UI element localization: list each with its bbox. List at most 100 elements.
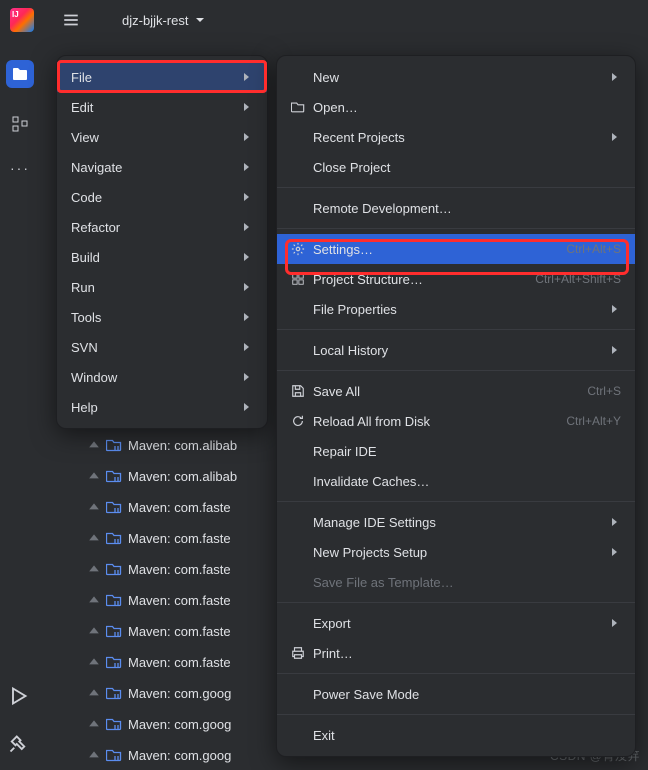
build-button[interactable] <box>8 734 28 754</box>
run-button[interactable] <box>8 686 28 706</box>
structure-icon <box>12 116 28 132</box>
chevron-right-icon <box>241 312 253 322</box>
menu-item-refactor[interactable]: Refactor <box>57 212 267 242</box>
tree-item-label: Maven: com.faste <box>128 655 231 670</box>
tree-item-label: Maven: com.alibab <box>128 438 237 453</box>
menu-item-label: Repair IDE <box>313 444 621 459</box>
menu-item-label: Invalidate Caches… <box>313 474 621 489</box>
menu-item-manage-ide-settings[interactable]: Manage IDE Settings <box>277 507 635 537</box>
menu-item-svn[interactable]: SVN <box>57 332 267 362</box>
tree-item-label: Maven: com.faste <box>128 531 231 546</box>
menu-item-invalidate-caches[interactable]: Invalidate Caches… <box>277 466 635 496</box>
chevron-right-icon <box>609 304 621 314</box>
chevron-right-icon <box>88 718 100 730</box>
menu-item-close-project[interactable]: Close Project <box>277 152 635 182</box>
menu-item-remote-development[interactable]: Remote Development… <box>277 193 635 223</box>
rail-more[interactable]: ··· <box>10 160 30 176</box>
library-icon <box>106 561 122 577</box>
menu-item-label: File <box>71 70 241 85</box>
menu-item-label: Exit <box>313 728 621 743</box>
project-selector[interactable]: djz-bjjk-rest <box>122 13 206 28</box>
menu-item-label: Navigate <box>71 160 241 175</box>
main-menu: File Edit View Navigate Code Refactor Build Run… <box>56 55 268 429</box>
menu-item-file-properties[interactable]: File Properties <box>277 294 635 324</box>
menu-item-tools[interactable]: Tools <box>57 302 267 332</box>
menu-item-view[interactable]: View <box>57 122 267 152</box>
chevron-right-icon <box>88 749 100 761</box>
menu-item-label: SVN <box>71 340 241 355</box>
menu-item-reload-all-from-disk[interactable]: Reload All from DiskCtrl+Alt+Y <box>277 406 635 436</box>
menu-item-build[interactable]: Build <box>57 242 267 272</box>
menu-item-label: Edit <box>71 100 241 115</box>
menu-item-label: File Properties <box>313 302 609 317</box>
library-icon <box>106 592 122 608</box>
file-submenu: New Open… Recent ProjectsClose Project Remo… <box>276 55 636 757</box>
rail-structure[interactable] <box>6 110 34 138</box>
menu-item-label: Open… <box>313 100 621 115</box>
menu-item-label: Run <box>71 280 241 295</box>
menu-item-print[interactable]: Print… <box>277 638 635 668</box>
chevron-right-icon <box>241 252 253 262</box>
menu-item-label: Reload All from Disk <box>313 414 566 429</box>
chevron-right-icon <box>241 282 253 292</box>
menu-item-code[interactable]: Code <box>57 182 267 212</box>
project-name: djz-bjjk-rest <box>122 13 188 28</box>
chevron-right-icon <box>241 342 253 352</box>
menu-item-label: Save File as Template… <box>313 575 621 590</box>
menu-item-settings[interactable]: Settings…Ctrl+Alt+S <box>277 234 635 264</box>
tree-item-label: Maven: com.faste <box>128 500 231 515</box>
chevron-right-icon <box>241 372 253 382</box>
menu-item-label: Refactor <box>71 220 241 235</box>
menu-item-file[interactable]: File <box>57 62 267 92</box>
menu-item-save-file-as-template[interactable]: Save File as Template… <box>277 567 635 597</box>
menu-item-label: Remote Development… <box>313 201 621 216</box>
tree-item-label: Maven: com.alibab <box>128 469 237 484</box>
chevron-right-icon <box>88 625 100 637</box>
chevron-right-icon <box>609 547 621 557</box>
rail-project[interactable] <box>6 60 34 88</box>
reload-icon <box>291 414 313 428</box>
chevron-right-icon <box>241 192 253 202</box>
library-icon <box>106 716 122 732</box>
menu-item-project-structure[interactable]: Project Structure…Ctrl+Alt+Shift+S <box>277 264 635 294</box>
menu-item-label: Print… <box>313 646 621 661</box>
chevron-right-icon <box>88 470 100 482</box>
folder-icon <box>12 66 28 82</box>
library-icon <box>106 654 122 670</box>
menu-item-new-projects-setup[interactable]: New Projects Setup <box>277 537 635 567</box>
chevron-right-icon <box>609 132 621 142</box>
main-menu-button[interactable] <box>62 11 80 29</box>
menu-item-repair-ide[interactable]: Repair IDE <box>277 436 635 466</box>
menu-item-run[interactable]: Run <box>57 272 267 302</box>
menu-item-label: Settings… <box>313 242 566 257</box>
app-logo <box>10 8 34 32</box>
menu-item-exit[interactable]: Exit <box>277 720 635 750</box>
menu-item-label: View <box>71 130 241 145</box>
menu-item-navigate[interactable]: Navigate <box>57 152 267 182</box>
library-icon <box>106 685 122 701</box>
shortcut-label: Ctrl+S <box>587 384 621 398</box>
chevron-right-icon <box>241 222 253 232</box>
library-icon <box>106 468 122 484</box>
menu-item-export[interactable]: Export <box>277 608 635 638</box>
chevron-right-icon <box>88 439 100 451</box>
menu-item-label: Power Save Mode <box>313 687 621 702</box>
menu-item-open[interactable]: Open… <box>277 92 635 122</box>
menu-item-new[interactable]: New <box>277 62 635 92</box>
chevron-right-icon <box>88 501 100 513</box>
menu-item-window[interactable]: Window <box>57 362 267 392</box>
shortcut-label: Ctrl+Alt+S <box>566 242 621 256</box>
menu-item-power-save-mode[interactable]: Power Save Mode <box>277 679 635 709</box>
gear-icon <box>291 242 313 256</box>
menu-item-local-history[interactable]: Local History <box>277 335 635 365</box>
menu-item-edit[interactable]: Edit <box>57 92 267 122</box>
tree-item-label: Maven: com.faste <box>128 562 231 577</box>
menu-item-help[interactable]: Help <box>57 392 267 422</box>
menu-item-save-all[interactable]: Save AllCtrl+S <box>277 376 635 406</box>
menu-item-label: Window <box>71 370 241 385</box>
save-icon <box>291 384 313 398</box>
menu-item-recent-projects[interactable]: Recent Projects <box>277 122 635 152</box>
tree-item-label: Maven: com.goog <box>128 748 231 763</box>
library-icon <box>106 437 122 453</box>
library-icon <box>106 623 122 639</box>
